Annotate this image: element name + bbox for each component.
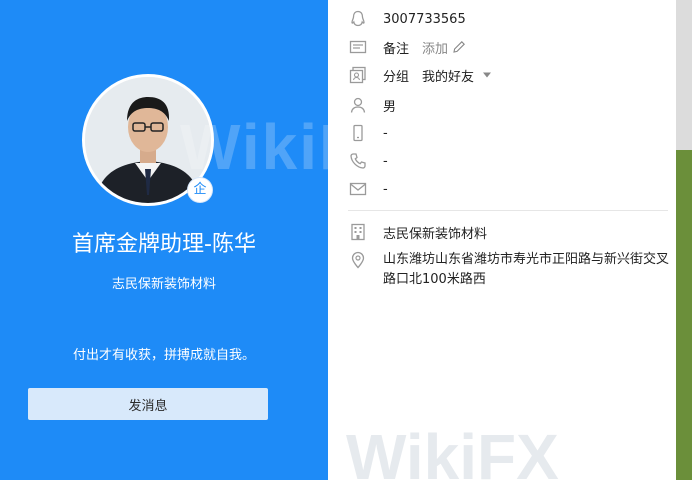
profile-signature: 付出才有收获，拼搏成就自我。 [72, 348, 255, 363]
qq-number: 3007733565 [383, 11, 466, 27]
mobile-row: - [348, 122, 388, 144]
company-row: 志民保新装饰材料 [348, 221, 487, 243]
mobile-icon [348, 123, 368, 143]
location-pin-icon [348, 250, 368, 270]
penguin-icon [348, 9, 368, 29]
building-icon [348, 222, 368, 242]
person-icon [348, 95, 368, 115]
caret-down-icon [482, 71, 492, 79]
pencil-icon[interactable] [452, 40, 466, 54]
mail-icon [348, 179, 368, 199]
company-value: 志民保新装饰材料 [383, 226, 488, 242]
profile-company: 志民保新装饰材料 [111, 277, 216, 292]
phone-row: - [348, 150, 388, 172]
mobile-value: - [383, 125, 388, 141]
contacts-icon [348, 65, 368, 85]
profile-name: 首席金牌助理-陈华 [72, 232, 256, 257]
gender-value: 男 [383, 99, 397, 115]
group-select[interactable]: 我的好友 [422, 66, 492, 85]
details-panel: 3007733565 备注 添加 分组 我的好友 男 - - - 志民保新装饰材… [328, 0, 676, 493]
phone-icon [348, 151, 368, 171]
id-card-icon [348, 37, 368, 57]
remark-row: 备注 添加 [348, 36, 466, 58]
group-row: 分组 我的好友 [348, 64, 492, 86]
remark-label: 备注 [383, 41, 410, 57]
watermark: WikiFX [346, 421, 559, 493]
background-window-edge-top [676, 0, 692, 150]
divider [348, 210, 668, 211]
gender-row: 男 [348, 94, 396, 116]
email-value: - [383, 181, 388, 197]
profile-panel: 企 WikiFX 首席金牌助理-陈华 志民保新装饰材料 付出才有收获，拼搏成就自… [0, 0, 403, 480]
group-label: 分组 [383, 69, 410, 85]
address-value: 山东潍坊山东省潍坊市寿光市正阳路与新兴街交叉路口北100米路西 [383, 252, 670, 287]
remark-add-link[interactable]: 添加 [422, 38, 448, 57]
phone-value: - [383, 153, 388, 169]
send-message-button[interactable]: 发消息 [28, 388, 268, 420]
address-icon-row [348, 249, 383, 271]
email-row: - [348, 178, 388, 200]
group-value: 我的好友 [422, 69, 475, 85]
qq-row: 3007733565 [348, 8, 466, 30]
